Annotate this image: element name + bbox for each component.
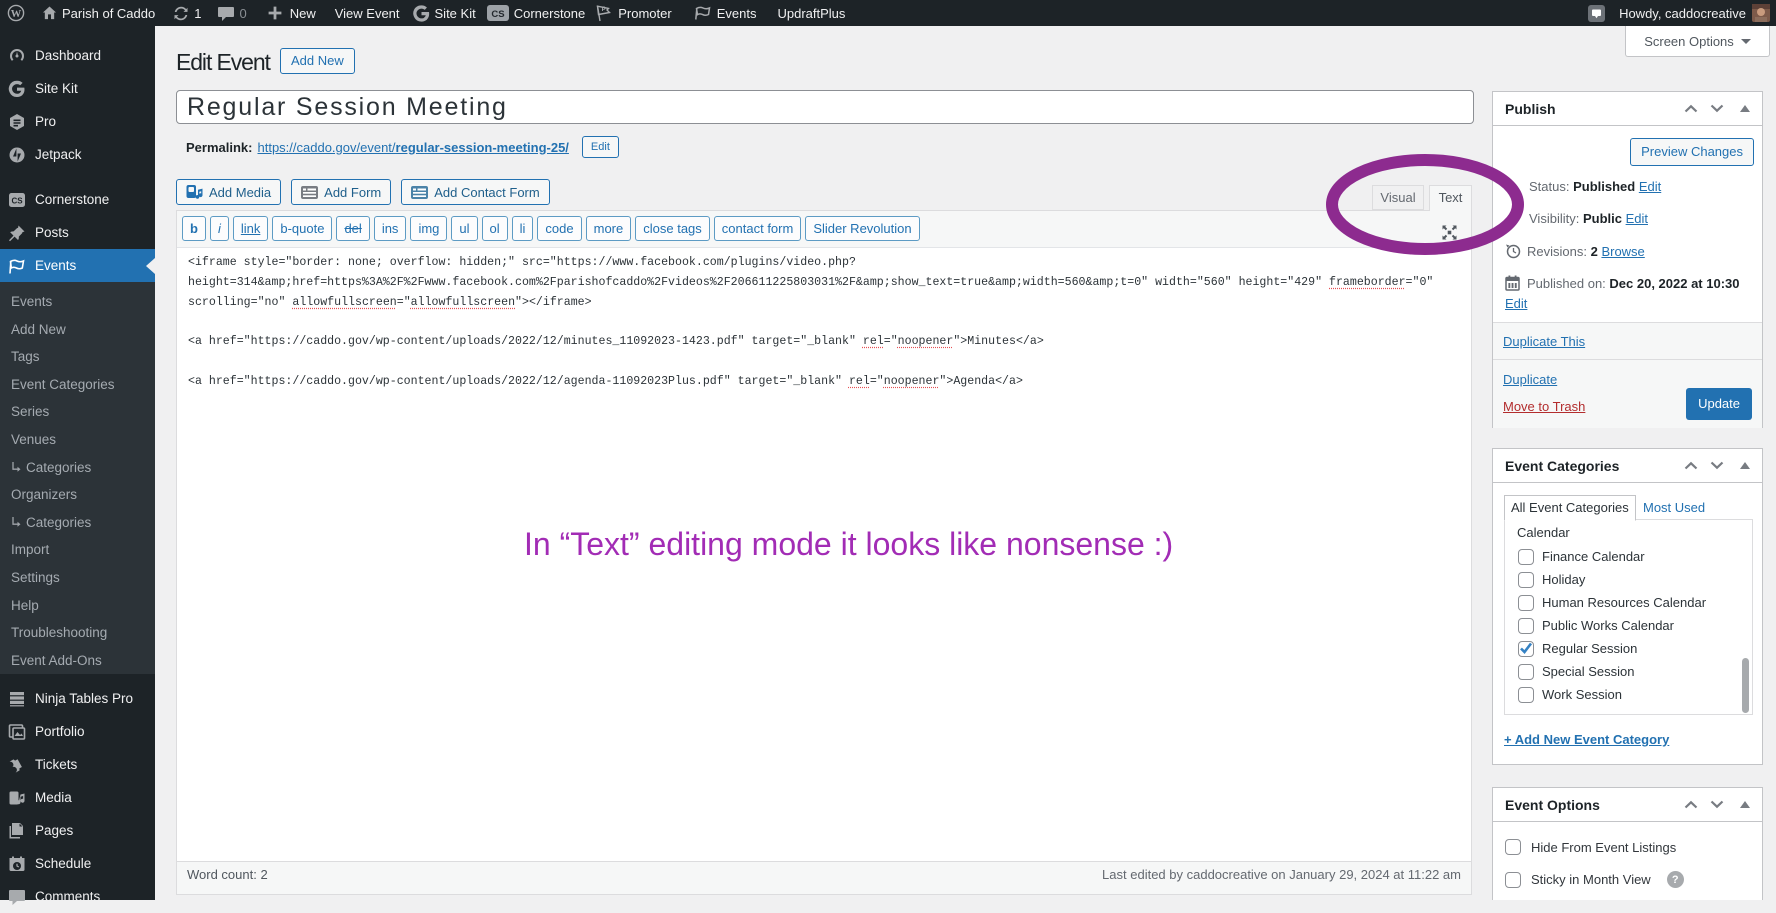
svg-text:CS: CS: [11, 196, 23, 205]
svg-text:CS: CS: [491, 9, 504, 20]
svg-text:W: W: [11, 9, 22, 20]
svg-text:P: P: [602, 7, 606, 13]
